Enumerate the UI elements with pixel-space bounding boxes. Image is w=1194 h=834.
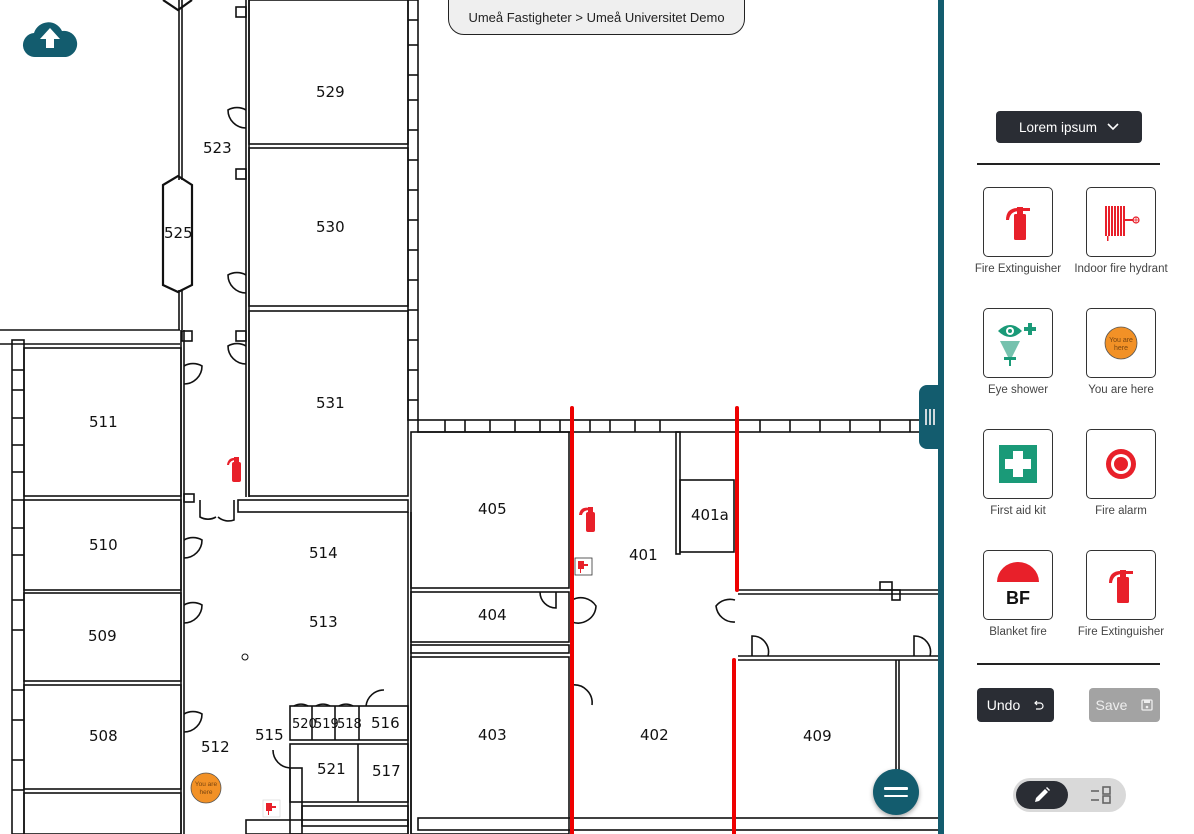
room-label-529: 529 — [316, 83, 345, 101]
pencil-icon — [1035, 787, 1050, 802]
list-mode-button[interactable] — [1079, 781, 1123, 809]
window-strip-top — [444, 420, 911, 432]
fire-alarm-icon — [1106, 449, 1136, 479]
view-mode-toggle — [1013, 778, 1126, 812]
marker-fire-extinguisher — [579, 507, 595, 532]
svg-text:You are: You are — [195, 781, 218, 788]
menu-button[interactable] — [873, 769, 919, 815]
edit-mode-button[interactable] — [1016, 781, 1068, 809]
room-label-516: 516 — [371, 714, 400, 732]
window-strip-mid — [408, 19, 418, 401]
room-label-518: 518 — [337, 717, 362, 732]
category-dropdown-value: Lorem ipsum — [1018, 119, 1098, 135]
symbol-tile-first-aid-kit[interactable]: First aid kit — [966, 429, 1070, 517]
symbol-tile-fire-extinguisher-2[interactable]: Fire Extinguisher — [1069, 550, 1173, 638]
room-label-510: 510 — [89, 536, 118, 554]
symbol-label: Fire Extinguisher — [974, 263, 1062, 275]
svg-text:BF: BF — [1006, 588, 1030, 608]
divider-bottom — [977, 663, 1160, 665]
first-aid-icon — [999, 445, 1037, 483]
breadcrumb-text[interactable]: Umeå Fastigheter > Umeå Universitet Demo — [468, 10, 724, 25]
room-label-401a: 401a — [691, 506, 729, 524]
symbol-label: Blanket fire — [989, 626, 1047, 638]
symbol-tile-indoor-fire-hydrant[interactable]: Indoor fire hydrant — [1069, 187, 1173, 275]
cloud-upload-icon — [22, 22, 78, 58]
floor-plan-canvas[interactable]: 529 523 530 525 531 511 510 509 508 514 … — [0, 0, 940, 834]
room-label-402: 402 — [640, 726, 669, 744]
room-label-515: 515 — [255, 726, 284, 744]
marker-indoor-fire-hydrant — [574, 557, 593, 576]
floorplan-editor: 529 523 530 525 531 511 510 509 508 514 … — [0, 0, 1194, 834]
fire-extinguisher-icon — [1006, 207, 1030, 240]
breadcrumb[interactable]: Umeå Fastigheter > Umeå Universitet Demo — [448, 0, 745, 35]
marker-you-are-here: You are here — [190, 772, 222, 804]
window-strip-left — [12, 369, 24, 791]
symbol-tile-eye-shower[interactable]: Eye shower — [966, 308, 1070, 396]
divider-top — [977, 163, 1160, 165]
room-label-509: 509 — [88, 627, 117, 645]
fire-hose-reel-icon — [1105, 206, 1140, 241]
hamburger-menu-icon — [884, 787, 908, 790]
room-label-525: 525 — [164, 224, 193, 242]
room-label-404: 404 — [478, 606, 507, 624]
category-dropdown[interactable]: Lorem ipsum — [996, 111, 1142, 143]
fire-extinguisher-icon — [1109, 570, 1133, 603]
svg-text:here: here — [199, 789, 212, 796]
grip-vertical-icon — [925, 409, 927, 425]
room-label-513: 513 — [309, 613, 338, 631]
floor-plan-drawing: 529 523 530 525 531 511 510 509 508 514 … — [0, 0, 940, 834]
room-label-508: 508 — [89, 727, 118, 745]
undo-icon — [1034, 700, 1044, 710]
room-label-405: 405 — [478, 500, 507, 518]
room-label-403: 403 — [478, 726, 507, 744]
undo-label: Undo — [986, 697, 1021, 713]
room-label-530: 530 — [316, 218, 345, 236]
list-view-icon — [1091, 786, 1111, 804]
room-label-519: 519 — [314, 717, 339, 732]
fire-blanket-icon: BF — [997, 562, 1039, 608]
room-label-511: 511 — [89, 413, 118, 431]
symbol-label: Eye shower — [987, 384, 1049, 396]
symbol-label: First aid kit — [990, 505, 1046, 517]
room-label-521: 521 — [317, 760, 346, 778]
symbol-label: Fire alarm — [1095, 505, 1147, 517]
svg-text:You are: You are — [1109, 337, 1133, 344]
symbol-tile-fire-extinguisher[interactable]: Fire Extinguisher — [966, 187, 1070, 275]
room-label-401: 401 — [629, 546, 658, 564]
eye-shower-icon — [998, 323, 1036, 366]
marker-fire-extinguisher — [227, 457, 241, 482]
marker-indoor-fire-hydrant — [262, 799, 281, 818]
svg-text:here: here — [1114, 345, 1128, 352]
room-label-517: 517 — [372, 762, 401, 780]
symbol-tile-fire-alarm[interactable]: Fire alarm — [1069, 429, 1173, 517]
symbol-panel: Lorem ipsum Fire Extinguisher Indoor fir… — [944, 0, 1194, 834]
symbol-label: You are here — [1088, 384, 1154, 396]
room-label-512: 512 — [201, 738, 230, 756]
symbol-tile-you-are-here[interactable]: You are here You are here — [1069, 308, 1173, 396]
you-are-here-icon: You are here — [1104, 326, 1138, 360]
save-label: Save — [1095, 697, 1128, 713]
upload-button[interactable] — [22, 18, 78, 60]
undo-button[interactable]: Undo — [977, 688, 1054, 722]
save-button[interactable]: Save — [1089, 688, 1160, 722]
room-label-531: 531 — [316, 394, 345, 412]
room-label-409: 409 — [803, 727, 832, 745]
fire-compartment-lines — [570, 406, 739, 834]
room-label-523: 523 — [203, 139, 232, 157]
symbol-label: Indoor fire hydrant — [1074, 263, 1168, 275]
panel-resize-handle[interactable] — [919, 385, 941, 449]
chevron-down-icon — [1107, 123, 1119, 131]
symbol-tile-blanket-fire[interactable]: BF Blanket fire — [966, 550, 1070, 638]
symbol-label: Fire Extinguisher — [1077, 626, 1165, 638]
room-label-514: 514 — [309, 544, 338, 562]
floppy-disk-icon — [1141, 699, 1154, 711]
